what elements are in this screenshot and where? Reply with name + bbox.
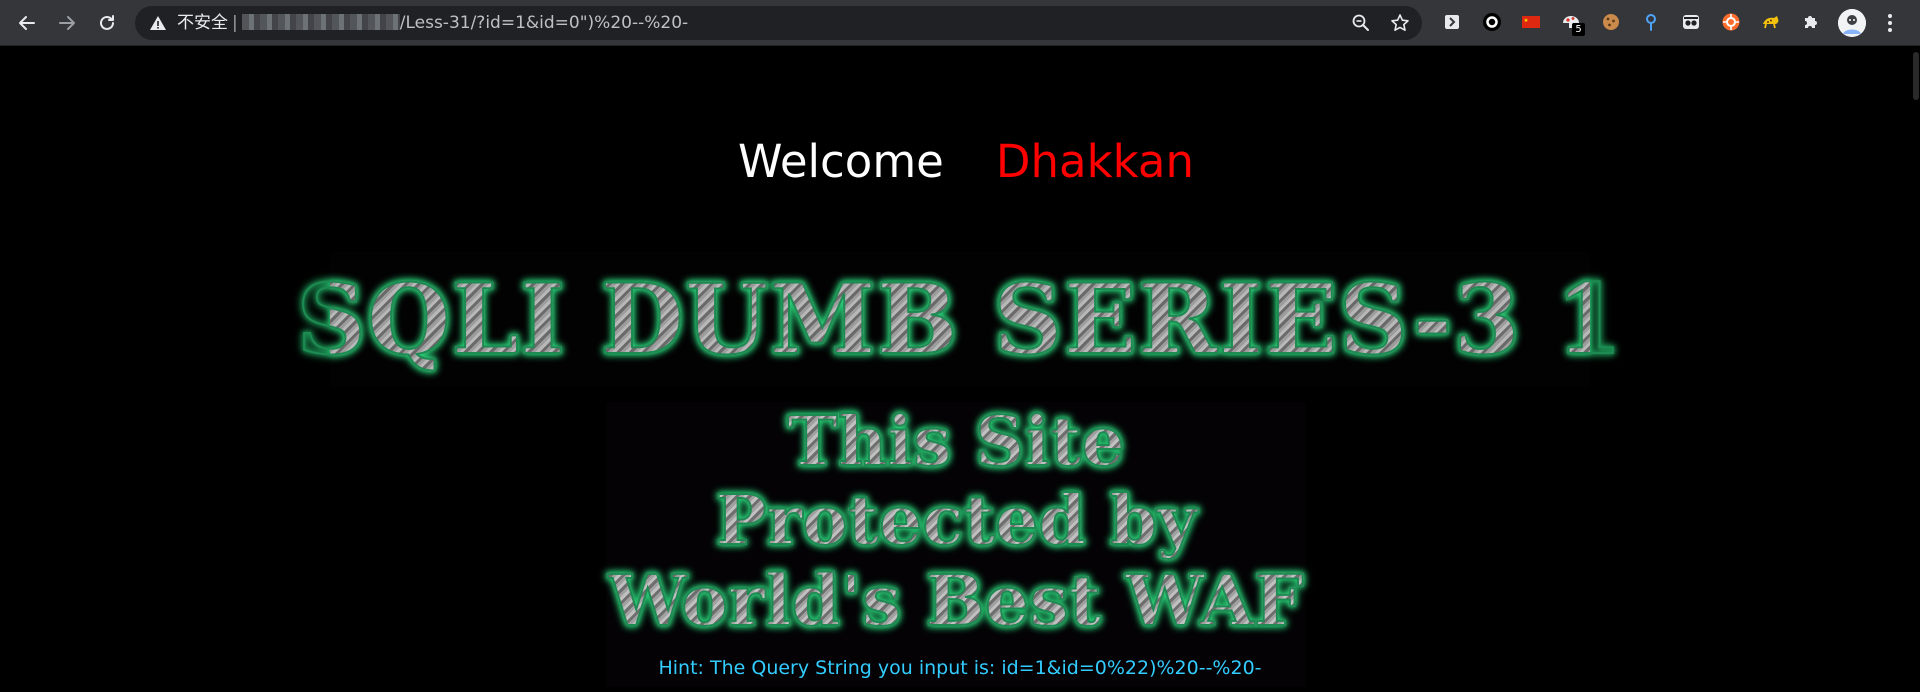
extension-cookie-button[interactable]: [1600, 11, 1622, 33]
cookie-icon: [1603, 14, 1619, 30]
record-extension-icon: [1483, 13, 1501, 31]
url-text[interactable]: 不安全 | /Less-31/?id=1&id=0")%20--%20-: [177, 13, 688, 33]
extension-location-button[interactable]: [1640, 11, 1662, 33]
profile-avatar-icon: [1838, 9, 1866, 37]
welcome-label: Welcome: [738, 135, 944, 188]
star-icon: [1391, 14, 1409, 31]
extension-orange-button[interactable]: [1720, 11, 1742, 33]
reader-extension-icon: [1445, 15, 1459, 29]
zoom-button[interactable]: [1351, 13, 1371, 33]
extension-tampermonkey-button[interactable]: [1760, 11, 1782, 33]
forward-button[interactable]: [52, 8, 82, 38]
arrow-left-icon: [19, 16, 35, 30]
extension-spy-button[interactable]: [1680, 11, 1702, 33]
menu-dot: [1888, 14, 1892, 18]
menu-dot: [1888, 28, 1892, 32]
waf-banner-image: This Site Protected by World's Best WAF: [606, 401, 1306, 687]
reload-icon: [100, 15, 114, 30]
hint-label: Hint: The Query String you input is:: [658, 657, 996, 679]
browser-menu-button[interactable]: [1880, 10, 1900, 36]
reload-button[interactable]: [92, 8, 122, 38]
extension-record-button[interactable]: [1481, 11, 1503, 33]
series-banner-image: SQLI DUMB SERIES-3 1: [296, 252, 1624, 387]
extension-badge: 5: [1572, 23, 1585, 36]
bookmark-button[interactable]: [1390, 13, 1410, 33]
leopard-icon: [1763, 16, 1779, 29]
address-bar[interactable]: 不安全 | /Less-31/?id=1&id=0")%20--%20-: [135, 6, 1422, 40]
page-scrollbar[interactable]: [1912, 47, 1920, 692]
waf-line-1: This Site: [606, 401, 1306, 483]
query-hint: Hint: The Query String you input is: id=1…: [0, 656, 1920, 680]
orange-circle-icon: [1722, 13, 1740, 31]
extension-reader-button[interactable]: [1441, 11, 1463, 33]
extension-cookie-manager-button[interactable]: 5: [1560, 11, 1585, 36]
extension-flag-button[interactable]: [1520, 11, 1542, 33]
location-pin-icon: [1646, 14, 1656, 31]
extensions-menu-button[interactable]: [1800, 11, 1822, 33]
page-content: Welcome Dhakkan SQLI DUMB SERIES-3 1 This…: [0, 47, 1920, 692]
welcome-name: Dhakkan: [995, 135, 1195, 188]
hint-value: id=1&id=0%22)%20--%20-: [1001, 657, 1262, 679]
redacted-host: [241, 14, 400, 30]
warning-icon[interactable]: [149, 14, 167, 32]
back-button[interactable]: [12, 8, 42, 38]
waf-line-2: Protected by: [606, 480, 1306, 562]
china-flag-icon: [1522, 16, 1540, 28]
security-label: 不安全: [177, 13, 228, 33]
scrollbar-thumb[interactable]: [1913, 52, 1919, 100]
series-banner-title: SQLI DUMB SERIES-3 1: [296, 252, 1624, 387]
arrow-right-icon: [59, 16, 75, 30]
waf-line-3: World's Best WAF: [606, 560, 1306, 642]
zoom-icon: [1352, 14, 1369, 31]
browser-toolbar: 不安全 | /Less-31/?id=1&id=0")%20--%20- 5: [0, 0, 1920, 46]
menu-dot: [1888, 21, 1892, 25]
welcome-heading: Welcome Dhakkan: [738, 132, 1194, 192]
profile-avatar[interactable]: [1838, 9, 1866, 37]
url-path: /Less-31/?id=1&id=0")%20--%20-: [399, 13, 689, 33]
url-separator: |: [232, 13, 238, 33]
puzzle-piece-icon: [1805, 16, 1817, 28]
spy-glasses-icon: [1683, 15, 1699, 29]
